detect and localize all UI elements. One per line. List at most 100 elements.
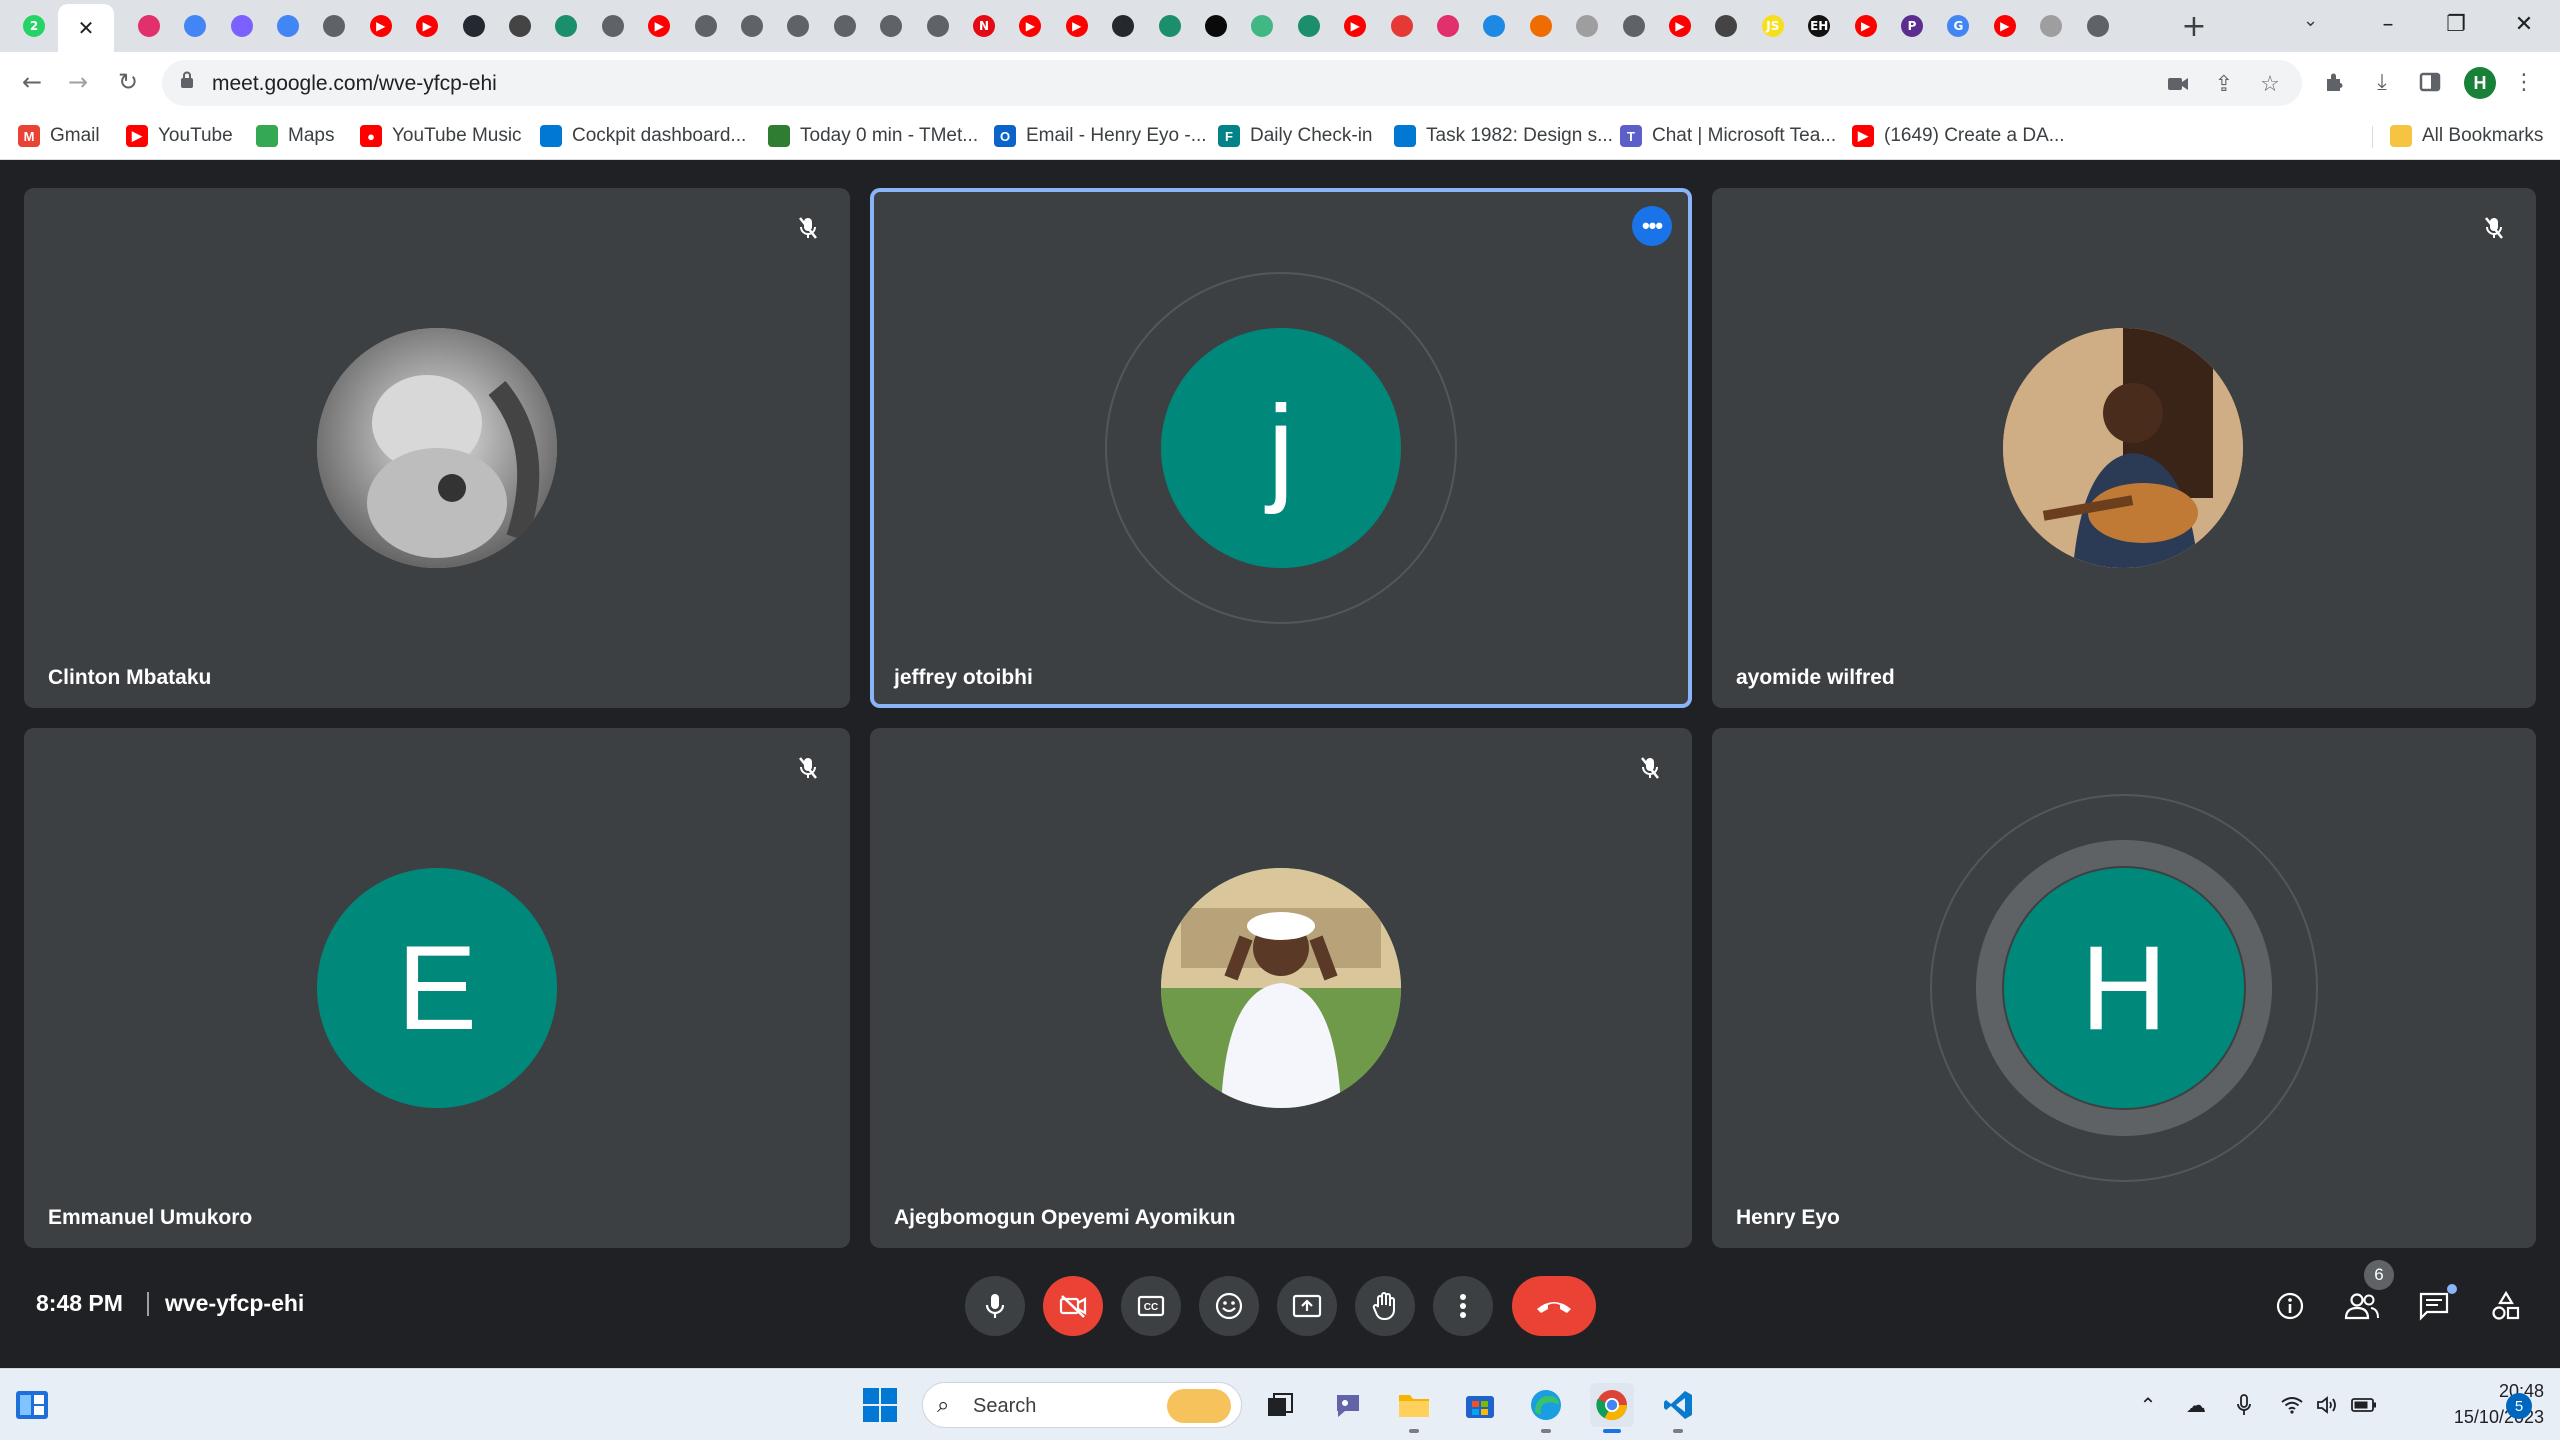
browser-tab[interactable]: JS (1753, 6, 1793, 46)
all-bookmarks[interactable]: All Bookmarks (2390, 122, 2543, 150)
browser-tab[interactable] (1289, 6, 1329, 46)
side-panel-icon[interactable] (2414, 66, 2446, 98)
raise-hand-button[interactable] (1355, 1276, 1415, 1336)
bookmark-item[interactable]: ● YouTube Music (360, 122, 522, 150)
browser-tab[interactable] (2078, 6, 2118, 46)
browser-tab[interactable] (1614, 6, 1654, 46)
back-button[interactable]: ← (14, 64, 50, 100)
notification-count-badge[interactable]: 5 (2506, 1393, 2532, 1419)
browser-tab[interactable] (175, 6, 215, 46)
browser-tab[interactable] (454, 6, 494, 46)
participant-tile[interactable]: E Emmanuel Umukoro (24, 728, 850, 1248)
browser-tab[interactable]: ▶ (1010, 6, 1050, 46)
browser-tab[interactable] (1428, 6, 1468, 46)
participant-tile[interactable]: Clinton Mbataku (24, 188, 850, 708)
lock-icon[interactable] (180, 71, 194, 89)
window-minimize-button[interactable]: – (2358, 4, 2418, 44)
bookmark-item[interactable]: T Chat | Microsoft Tea... (1620, 122, 1836, 150)
browser-tab[interactable] (686, 6, 726, 46)
browser-tab[interactable] (2031, 6, 2071, 46)
tab-search-chevron-icon[interactable]: ⌄ (2303, 10, 2318, 31)
browser-tab[interactable]: G (1938, 6, 1978, 46)
widgets-icon[interactable] (14, 1387, 50, 1423)
browser-tab[interactable]: ▶ (361, 6, 401, 46)
microphone-button[interactable] (965, 1276, 1025, 1336)
share-icon[interactable]: ⇪ (2212, 72, 2236, 97)
browser-tab[interactable]: ▶ (1335, 6, 1375, 46)
activities-button[interactable] (2478, 1278, 2534, 1334)
bookmark-item[interactable]: M Gmail (18, 122, 100, 150)
browser-tab[interactable]: P (1892, 6, 1932, 46)
leave-call-button[interactable] (1512, 1276, 1596, 1336)
microphone-tray-icon[interactable] (2230, 1391, 2258, 1419)
browser-tab[interactable] (1242, 6, 1282, 46)
participant-tile[interactable]: H Henry Eyo (1712, 728, 2536, 1248)
browser-tab[interactable] (1474, 6, 1514, 46)
browser-tab[interactable]: ▶ (1660, 6, 1700, 46)
reload-button[interactable]: ↻ (110, 64, 146, 100)
volume-icon[interactable] (2314, 1391, 2342, 1419)
bookmark-item[interactable]: O Email - Henry Eyo -... (994, 122, 1207, 150)
forward-button[interactable]: → (60, 64, 96, 100)
browser-tab[interactable] (778, 6, 818, 46)
bookmark-item[interactable]: Maps (256, 122, 334, 150)
browser-tab[interactable]: ▶ (407, 6, 447, 46)
browser-tab[interactable] (1382, 6, 1422, 46)
profile-avatar[interactable]: H (2464, 67, 2496, 99)
browser-tab[interactable]: ▶ (1985, 6, 2025, 46)
bookmark-item[interactable]: F Daily Check-in (1218, 122, 1372, 150)
camera-icon[interactable] (2166, 72, 2190, 96)
active-tab[interactable]: ✕ (58, 4, 114, 52)
chrome-menu-icon[interactable]: ⋮ (2508, 66, 2540, 98)
bookmark-item[interactable]: ▶ (1649) Create a DA... (1852, 122, 2065, 150)
teams-chat-icon[interactable] (1326, 1383, 1370, 1427)
browser-tab[interactable]: ▶ (639, 6, 679, 46)
browser-tab[interactable] (1521, 6, 1561, 46)
windows-start-icon[interactable] (862, 1387, 898, 1423)
taskbar-search-box[interactable]: ⌕ Search (922, 1382, 1242, 1428)
new-tab-button[interactable]: + (2176, 8, 2212, 44)
browser-tab[interactable] (825, 6, 865, 46)
browser-tab[interactable] (1196, 6, 1236, 46)
microsoft-store-icon[interactable] (1458, 1383, 1502, 1427)
bookmark-item[interactable]: Task 1982: Design s... (1394, 122, 1613, 150)
browser-tab[interactable] (1150, 6, 1190, 46)
close-tab-icon[interactable]: ✕ (78, 16, 95, 40)
present-screen-button[interactable] (1277, 1276, 1337, 1336)
wifi-icon[interactable] (2278, 1391, 2306, 1419)
extensions-icon[interactable] (2318, 66, 2350, 98)
onedrive-cloud-icon[interactable]: ☁ (2182, 1391, 2210, 1419)
more-options-button[interactable]: ••• (1632, 206, 1672, 246)
task-view-icon[interactable] (1258, 1383, 1302, 1427)
camera-off-button[interactable] (1043, 1276, 1103, 1336)
bookmark-item[interactable]: Today 0 min - TMet... (768, 122, 978, 150)
battery-icon[interactable] (2350, 1391, 2378, 1419)
download-icon[interactable]: ⤓ (2366, 66, 2398, 98)
meeting-details-button[interactable] (2262, 1278, 2318, 1334)
browser-tab[interactable]: ▶ (1846, 6, 1886, 46)
file-explorer-icon[interactable] (1392, 1383, 1436, 1433)
browser-tab[interactable] (918, 6, 958, 46)
browser-tab[interactable] (1103, 6, 1143, 46)
browser-tab[interactable]: N (964, 6, 1004, 46)
window-restore-button[interactable]: ❐ (2426, 4, 2486, 44)
chrome-browser-icon[interactable] (1590, 1383, 1634, 1433)
browser-tab[interactable]: 2 (14, 6, 54, 46)
participant-tile[interactable]: ayomide wilfred (1712, 188, 2536, 708)
bookmark-star-icon[interactable]: ☆ (2258, 72, 2282, 97)
address-bar[interactable]: meet.google.com/wve-yfcp-ehi ⇪ ☆ (162, 60, 2302, 106)
browser-tab[interactable]: EH (1799, 6, 1839, 46)
bookmark-item[interactable]: ▶ YouTube (126, 122, 233, 150)
edge-browser-icon[interactable] (1524, 1383, 1568, 1433)
browser-tab[interactable] (500, 6, 540, 46)
more-options-button[interactable] (1433, 1276, 1493, 1336)
reactions-button[interactable] (1199, 1276, 1259, 1336)
browser-tab[interactable]: ▶ (1057, 6, 1097, 46)
bookmark-item[interactable]: Cockpit dashboard... (540, 122, 746, 150)
show-hidden-icons-chevron-icon[interactable]: ⌃ (2134, 1391, 2162, 1419)
browser-tab[interactable] (268, 6, 308, 46)
browser-tab[interactable] (546, 6, 586, 46)
browser-tab[interactable] (1567, 6, 1607, 46)
window-close-button[interactable]: ✕ (2494, 4, 2554, 44)
browser-tab[interactable] (314, 6, 354, 46)
